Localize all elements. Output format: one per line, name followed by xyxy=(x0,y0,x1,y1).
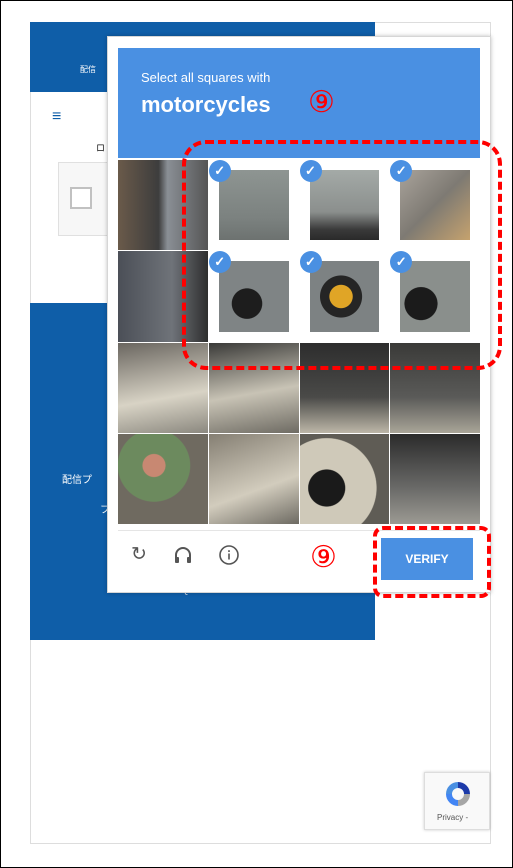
tile-photo xyxy=(299,433,390,524)
tile-photo xyxy=(118,433,208,524)
image-tile[interactable] xyxy=(118,433,208,524)
reload-icon[interactable]: ↻ xyxy=(128,544,150,566)
annotation-dashed-box-tiles xyxy=(182,140,502,370)
step-marker-top: ⑨ xyxy=(308,86,335,119)
hamburger-icon[interactable]: ≡ xyxy=(52,108,61,126)
recaptcha-badge[interactable]: Privacy - xyxy=(424,772,490,830)
challenge-target-word: motorcycles xyxy=(141,92,271,117)
recaptcha-logo-icon xyxy=(446,782,470,806)
info-icon[interactable] xyxy=(218,544,240,566)
image-tile[interactable] xyxy=(390,433,480,524)
background-blue-text: 配信プ xyxy=(62,475,92,486)
headphones-svg xyxy=(175,547,191,563)
background-small-label: ロ xyxy=(96,143,106,153)
tile-photo xyxy=(208,433,299,524)
challenge-instruction: Select all squares with xyxy=(141,70,271,85)
privacy-link[interactable]: Privacy - xyxy=(437,813,468,822)
background-banner-text: 配信 xyxy=(80,65,96,74)
image-tile[interactable] xyxy=(299,433,390,524)
annotation-dashed-box-verify xyxy=(373,526,491,598)
step-marker-bottom: ⑨ xyxy=(310,541,337,574)
tile-photo xyxy=(390,433,480,524)
headphones-icon[interactable] xyxy=(172,544,194,566)
image-tile[interactable] xyxy=(208,433,299,524)
info-svg xyxy=(219,545,239,565)
recaptcha-checkbox[interactable] xyxy=(70,187,92,209)
